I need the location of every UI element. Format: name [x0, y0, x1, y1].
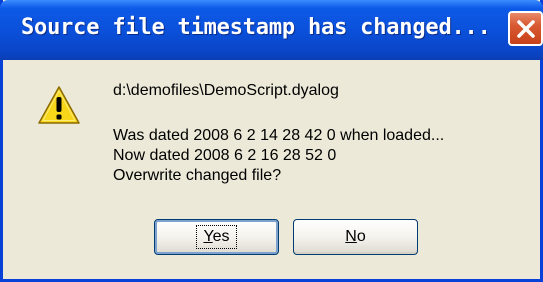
- close-button[interactable]: [508, 11, 543, 46]
- dialog-window: Source file timestamp has changed... d:\…: [0, 0, 543, 282]
- message-line-now-dated: Now dated 2008 6 2 16 28 52 0: [113, 147, 337, 164]
- title-bar[interactable]: Source file timestamp has changed...: [0, 0, 543, 60]
- window-title: Source file timestamp has changed...: [21, 15, 491, 40]
- message-line-question: Overwrite changed file?: [113, 167, 282, 184]
- no-label-rest: o: [356, 228, 366, 245]
- no-button-label: No: [345, 228, 365, 246]
- warning-icon: [38, 86, 80, 124]
- no-button[interactable]: No: [293, 219, 418, 255]
- yes-button-label: Yes: [196, 225, 237, 249]
- yes-button[interactable]: Yes: [154, 219, 279, 255]
- yes-label-rest: es: [212, 228, 230, 245]
- message-text: Was dated 2008 6 2 14 28 42 0 when loade…: [113, 126, 444, 186]
- message-line-was-dated: Was dated 2008 6 2 14 28 42 0 when loade…: [113, 127, 445, 144]
- yes-accelerator: Y: [203, 228, 213, 245]
- no-accelerator: N: [345, 228, 357, 245]
- file-path: d:\demofiles\DemoScript.dyalog: [113, 82, 339, 99]
- close-icon: [516, 19, 535, 38]
